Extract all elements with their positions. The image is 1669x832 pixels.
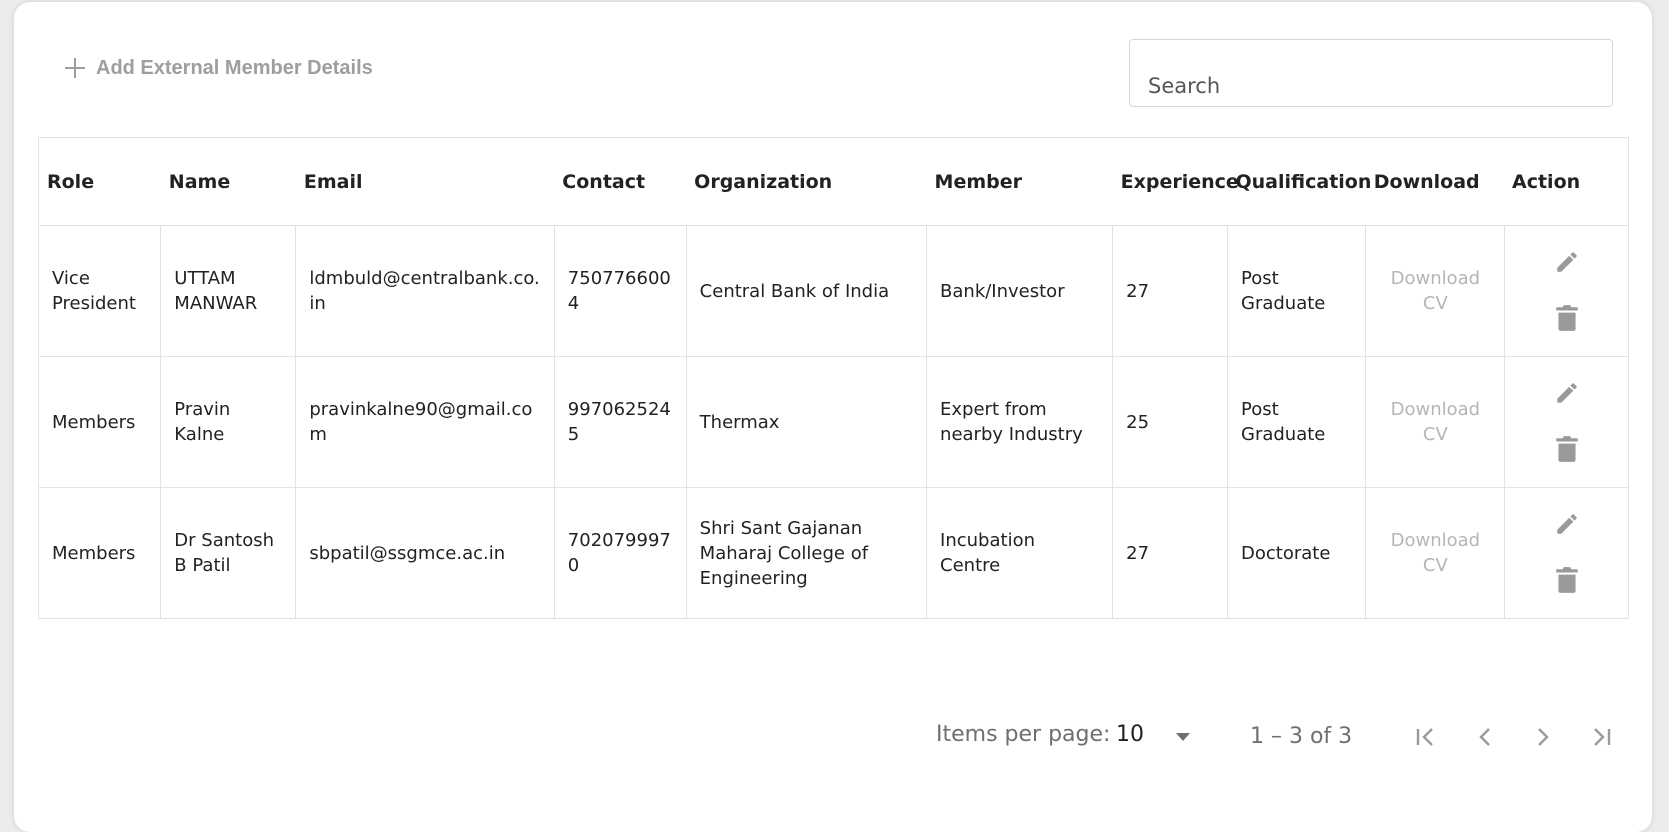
download-cv-button[interactable]: Download CV	[1365, 356, 1505, 488]
column-header-name: Name	[160, 137, 296, 226]
cell-action	[1503, 356, 1629, 488]
cell-email: ldmbuld@centralbank.co.in	[295, 225, 555, 357]
cell-experience: 27	[1112, 487, 1228, 619]
add-external-member-label: Add External Member Details	[96, 56, 373, 79]
table-row: Members Pravin Kalne pravinkalne90@gmail…	[37, 356, 1629, 488]
trash-icon[interactable]	[1554, 303, 1580, 333]
column-header-download: Download	[1365, 137, 1504, 226]
members-card: Add External Member Details Role Name Em…	[14, 2, 1652, 832]
plus-icon	[65, 58, 85, 78]
column-header-organization: Organization	[686, 137, 927, 226]
cell-member: Bank/Investor	[926, 225, 1114, 357]
cell-member: Incubation Centre	[926, 487, 1114, 619]
cell-qualification: Doctorate	[1226, 487, 1367, 619]
paginator: Items per page: 10 1 – 3 of 3	[14, 718, 1652, 758]
cell-organization: Thermax	[685, 356, 928, 488]
cell-contact: 7507766004	[553, 225, 687, 357]
items-per-page-value: 10	[1116, 722, 1144, 747]
table-row: Members Dr Santosh B Patil sbpatil@ssgmc…	[37, 487, 1629, 619]
cell-organization: Central Bank of India	[685, 225, 928, 357]
cell-name: UTTAM MANWAR	[160, 225, 297, 357]
members-table: Role Name Email Contact Organization Mem…	[37, 137, 1629, 619]
cell-qualification: Post Graduate	[1226, 225, 1367, 357]
caret-down-icon	[1176, 733, 1190, 741]
add-external-member-button[interactable]: Add External Member Details	[64, 48, 373, 88]
cell-member: Expert from nearby Industry	[926, 356, 1114, 488]
cell-organization: Shri Sant Gajanan Maharaj College of Eng…	[685, 487, 928, 619]
first-page-icon[interactable]	[1411, 722, 1441, 752]
trash-icon[interactable]	[1554, 565, 1580, 595]
table-header-row: Role Name Email Contact Organization Mem…	[37, 137, 1629, 226]
download-cv-button[interactable]: Download CV	[1365, 487, 1505, 619]
search-input[interactable]	[1130, 40, 1612, 106]
cell-experience: 25	[1112, 356, 1228, 488]
pencil-icon[interactable]	[1554, 511, 1580, 537]
chevron-right-icon[interactable]	[1528, 722, 1558, 752]
cell-qualification: Post Graduate	[1226, 356, 1367, 488]
download-cv-button[interactable]: Download CV	[1365, 225, 1505, 357]
cell-action	[1503, 225, 1629, 357]
items-per-page-label: Items per page:	[936, 722, 1111, 747]
search-field[interactable]	[1129, 39, 1613, 107]
cell-contact: 9970625245	[553, 356, 687, 488]
cell-name: Pravin Kalne	[160, 356, 297, 488]
trash-icon[interactable]	[1554, 434, 1580, 464]
cell-role: Vice President	[37, 225, 162, 357]
cell-contact: 7020799970	[553, 487, 687, 619]
page-range-label: 1 – 3 of 3	[1250, 724, 1353, 749]
pencil-icon[interactable]	[1554, 380, 1580, 406]
cell-role: Members	[37, 487, 162, 619]
cell-role: Members	[37, 356, 162, 488]
column-header-role: Role	[37, 137, 161, 226]
column-header-qualification: Qualification	[1227, 137, 1371, 226]
column-header-member: Member	[926, 137, 1113, 226]
chevron-left-icon[interactable]	[1470, 722, 1500, 752]
cell-experience: 27	[1112, 225, 1228, 357]
cell-email: pravinkalne90@gmail.com	[295, 356, 555, 488]
cell-email: sbpatil@ssgmce.ac.in	[295, 487, 555, 619]
items-per-page-select[interactable]: 10	[1114, 718, 1214, 758]
table-row: Vice President UTTAM MANWAR ldmbuld@cent…	[37, 225, 1629, 357]
column-header-email: Email	[295, 137, 555, 226]
pencil-icon[interactable]	[1554, 249, 1580, 275]
column-header-contact: Contact	[554, 137, 687, 226]
cell-action	[1503, 487, 1629, 619]
column-header-experience: Experience	[1112, 137, 1239, 226]
column-header-action: Action	[1504, 137, 1629, 226]
cell-name: Dr Santosh B Patil	[160, 487, 297, 619]
last-page-icon[interactable]	[1586, 722, 1616, 752]
